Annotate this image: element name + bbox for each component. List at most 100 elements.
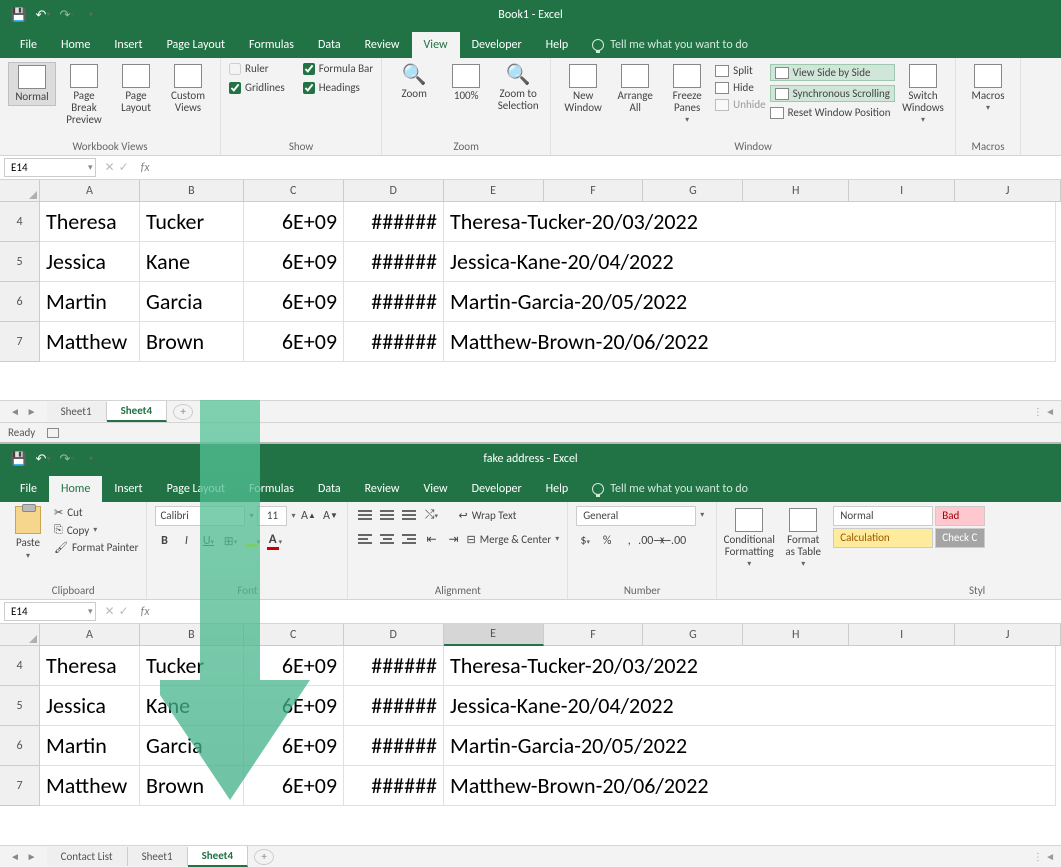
cell[interactable]: Tucker <box>140 646 244 686</box>
unhide-button[interactable]: Unhide <box>715 98 765 111</box>
cell[interactable]: 6E+09 <box>244 726 344 766</box>
enter-icon[interactable]: ✓ <box>119 160 129 175</box>
col-header-G[interactable]: G <box>643 180 743 202</box>
cell[interactable]: Martin-Garcia-20/05/2022 <box>444 726 1056 766</box>
zoom-100-button[interactable]: 100% <box>442 62 490 104</box>
spreadsheet-grid-2[interactable]: A B C D E F G H I J 4TheresaTucker6E+09#… <box>0 624 1061 845</box>
qat-customize-icon[interactable]: ▾ <box>80 4 102 26</box>
cell[interactable]: Theresa <box>40 202 140 242</box>
cell[interactable]: ###### <box>344 322 444 362</box>
tell-me-search-2[interactable]: Tell me what you want to do <box>580 476 760 502</box>
cell[interactable]: Kane <box>140 242 244 282</box>
format-painter-button[interactable]: 🖌Format Painter <box>54 541 138 554</box>
row-header[interactable]: 5 <box>0 686 40 726</box>
increase-indent-icon[interactable]: ⇥ <box>444 530 462 548</box>
number-format-dropdown[interactable]: General <box>576 506 696 526</box>
tab-view[interactable]: View <box>412 32 460 58</box>
col-header-D[interactable]: D <box>344 180 444 202</box>
new-window-button[interactable]: New Window <box>559 62 607 116</box>
col-header-E[interactable]: E <box>444 624 544 646</box>
cell[interactable]: ###### <box>344 726 444 766</box>
select-all-corner[interactable] <box>0 180 40 202</box>
font-name-input[interactable]: Calibri <box>155 506 245 526</box>
cell[interactable]: 6E+09 <box>244 686 344 726</box>
cell[interactable]: Garcia <box>140 726 244 766</box>
col-header-H[interactable]: H <box>743 624 849 646</box>
col-header-B[interactable]: B <box>140 624 244 646</box>
sheet-tab-sheet4[interactable]: Sheet4 <box>188 846 249 867</box>
hide-button[interactable]: Hide <box>715 81 765 94</box>
cell[interactable]: ###### <box>344 646 444 686</box>
cell[interactable]: Jessica-Kane-20/04/2022 <box>444 242 1056 282</box>
font-size-input[interactable]: 11 <box>257 506 287 526</box>
cell-style-check[interactable]: Check C <box>935 528 985 548</box>
cell[interactable]: Theresa <box>40 646 140 686</box>
cancel-icon[interactable]: ✕ <box>105 604 115 619</box>
increase-font-icon[interactable]: A▲ <box>299 507 317 525</box>
cell[interactable]: 6E+09 <box>244 646 344 686</box>
tab-review[interactable]: Review <box>353 476 412 502</box>
col-header-D[interactable]: D <box>344 624 444 646</box>
sheet-tab-sheet4[interactable]: Sheet4 <box>107 401 168 422</box>
macro-record-icon[interactable] <box>47 428 59 438</box>
decrease-decimal-icon[interactable]: ←.00 <box>664 532 682 550</box>
cell[interactable]: Matthew <box>40 766 140 806</box>
row-header[interactable]: 5 <box>0 242 40 282</box>
tab-formulas[interactable]: Formulas <box>237 32 306 58</box>
col-header-C[interactable]: C <box>244 624 344 646</box>
cell[interactable]: Jessica-Kane-20/04/2022 <box>444 686 1056 726</box>
gridlines-checkbox[interactable]: Gridlines <box>229 81 285 94</box>
format-as-table-button[interactable]: Format as Table▾ <box>779 506 827 571</box>
cell-style-bad[interactable]: Bad <box>935 506 985 526</box>
undo-icon[interactable]: ↶▾ <box>32 4 54 26</box>
align-top-icon[interactable] <box>356 506 374 524</box>
cell[interactable]: ###### <box>344 282 444 322</box>
orientation-icon[interactable]: ⤭▾ <box>422 506 440 524</box>
underline-button[interactable]: U▾ <box>199 532 217 550</box>
sheet-tab-sheet1[interactable]: Sheet1 <box>47 402 107 421</box>
row-header[interactable]: 7 <box>0 766 40 806</box>
decrease-font-icon[interactable]: A▼ <box>321 507 339 525</box>
tab-help[interactable]: Help <box>534 32 581 58</box>
new-sheet-button[interactable]: + <box>254 849 274 865</box>
normal-view-button[interactable]: Normal <box>8 62 56 106</box>
cell[interactable]: Matthew-Brown-20/06/2022 <box>444 766 1056 806</box>
cell[interactable]: Theresa-Tucker-20/03/2022 <box>444 202 1056 242</box>
save-icon[interactable]: 💾 <box>8 4 30 26</box>
cell[interactable]: Matthew <box>40 322 140 362</box>
arrange-all-button[interactable]: Arrange All <box>611 62 659 116</box>
sheet-nav-arrows[interactable]: ◄ ► <box>0 405 47 418</box>
scroll-config-icon[interactable]: ⋮ ◄ <box>1027 405 1061 418</box>
tab-file[interactable]: File <box>8 476 49 502</box>
cell[interactable]: Martin <box>40 726 140 766</box>
cell[interactable]: Martin-Garcia-20/05/2022 <box>444 282 1056 322</box>
align-bottom-icon[interactable] <box>400 506 418 524</box>
scroll-config-icon[interactable]: ⋮ ◄ <box>1027 850 1061 863</box>
tab-page-layout[interactable]: Page Layout <box>155 476 237 502</box>
col-header-B[interactable]: B <box>140 180 244 202</box>
qat-customize-icon[interactable]: ▾ <box>80 448 102 470</box>
tab-insert[interactable]: Insert <box>102 476 154 502</box>
cell[interactable]: Brown <box>140 322 244 362</box>
tab-developer[interactable]: Developer <box>460 32 534 58</box>
cell[interactable]: Matthew-Brown-20/06/2022 <box>444 322 1056 362</box>
cell[interactable]: 6E+09 <box>244 242 344 282</box>
cell-style-calculation[interactable]: Calculation <box>833 528 933 548</box>
fx-icon[interactable]: fx <box>135 161 156 175</box>
tab-insert[interactable]: Insert <box>102 32 154 58</box>
tab-data[interactable]: Data <box>306 476 353 502</box>
fx-icon[interactable]: fx <box>135 605 156 619</box>
col-header-F[interactable]: F <box>544 624 644 646</box>
merge-center-button[interactable]: ⊟Merge & Center▾ <box>466 533 559 546</box>
tab-formulas[interactable]: Formulas <box>237 476 306 502</box>
headings-checkbox[interactable]: Headings <box>303 81 373 94</box>
cell[interactable]: 6E+09 <box>244 282 344 322</box>
cell[interactable]: ###### <box>344 202 444 242</box>
cut-button[interactable]: ✂Cut <box>54 506 138 519</box>
sheet-tab-contact-list[interactable]: Contact List <box>47 847 128 866</box>
zoom-to-selection-button[interactable]: 🔍Zoom to Selection <box>494 62 542 114</box>
row-header[interactable]: 7 <box>0 322 40 362</box>
col-header-A[interactable]: A <box>40 624 140 646</box>
col-header-A[interactable]: A <box>40 180 140 202</box>
col-header-C[interactable]: C <box>244 180 344 202</box>
